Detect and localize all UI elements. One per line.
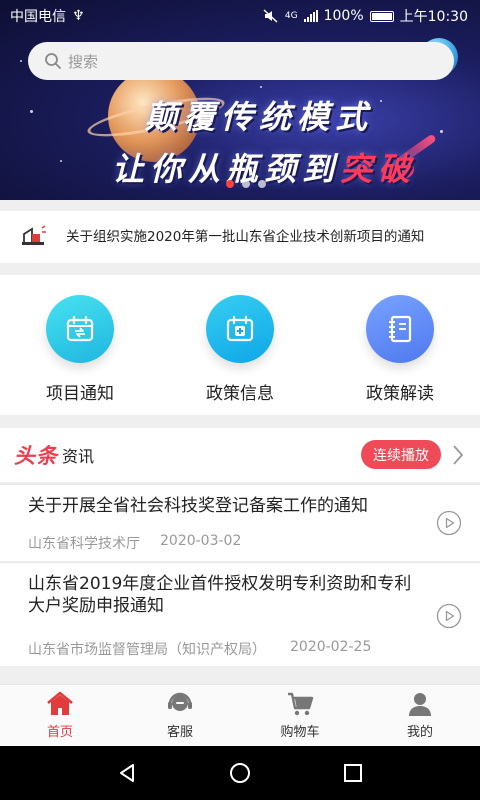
tab-label: 首页 — [46, 725, 73, 740]
policy-reading-circle[interactable] — [366, 295, 434, 363]
quick-entry-grid: 项目通知 政策信息 政策解读 — [0, 275, 480, 415]
app-screen: 颠覆传统模式 让你从瓶颈到突破 中国电信 ♆ 4G 100% 上午10:30 搜… — [0, 0, 480, 800]
banner-dot[interactable] — [226, 180, 234, 188]
news-item[interactable]: 关于开展全省社会科技奖登记备案工作的通知 山东省科学技术厅 2020-03-02 — [0, 484, 480, 561]
calendar-share-icon — [66, 315, 94, 342]
notebook-icon — [389, 315, 412, 343]
clock: 上午10:30 — [399, 9, 468, 25]
news-source: 山东省市场监督管理局（知识产权局） — [28, 642, 266, 658]
quick-entry-label: 项目通知 — [46, 384, 114, 404]
system-nav-bar — [0, 746, 480, 800]
banner-dot[interactable] — [242, 180, 250, 188]
play-audio-icon[interactable] — [436, 603, 462, 629]
calendar-plus-icon — [226, 315, 254, 342]
tab-cart[interactable]: 购物车 — [240, 685, 360, 746]
battery-icon — [369, 10, 394, 22]
news-title[interactable]: 山东省2019年度企业首件授权发明专利资助和专利大户奖励申报通知 — [28, 573, 428, 617]
search-bar[interactable]: 搜索 — [28, 42, 454, 80]
mute-icon — [263, 9, 278, 23]
tab-home[interactable]: 首页 — [0, 685, 120, 746]
headline-subtitle: 资讯 — [62, 447, 95, 466]
signal-icon — [303, 10, 318, 22]
banner-dot[interactable] — [258, 180, 266, 188]
headline-header: 头条 资讯 连续播放 — [0, 428, 480, 482]
tab-customer-service[interactable]: 客服 — [120, 685, 240, 746]
continuous-play-button[interactable]: 连续播放 — [361, 440, 441, 469]
headline-logo: 头条 — [14, 444, 58, 468]
quick-entry-project-notice[interactable]: 项目通知 — [0, 275, 160, 415]
cart-icon — [288, 692, 314, 716]
news-title[interactable]: 关于开展全省社会科技奖登记备案工作的通知 — [28, 495, 428, 517]
megaphone-icon — [22, 225, 46, 245]
status-bar: 中国电信 ♆ 4G 100% 上午10:30 — [0, 0, 480, 32]
quick-entry-label: 政策解读 — [366, 384, 434, 404]
recent-apps-icon[interactable] — [341, 761, 365, 785]
chevron-right-icon[interactable] — [452, 444, 464, 466]
home-icon — [47, 691, 73, 715]
tab-label: 我的 — [406, 725, 433, 740]
back-icon[interactable] — [115, 761, 139, 785]
carrier-label: 中国电信 — [10, 9, 66, 25]
usb-icon: ♆ — [72, 8, 85, 24]
network-type-label: 4G — [284, 11, 298, 21]
project-notice-circle[interactable] — [46, 295, 114, 363]
news-meta: 山东省市场监督管理局（知识产权局） 2020-02-25 — [28, 639, 371, 659]
news-item[interactable]: 山东省2019年度企业首件授权发明专利资助和专利大户奖励申报通知 山东省市场监督… — [0, 562, 480, 666]
policy-info-circle[interactable] — [206, 295, 274, 363]
battery-percent: 100% — [323, 8, 364, 24]
tab-label: 客服 — [166, 725, 193, 740]
bottom-tab-bar: 首页 客服 购物车 我的 — [0, 684, 480, 746]
news-meta: 山东省科学技术厅 2020-03-02 — [28, 533, 241, 553]
quick-entry-policy-reading[interactable]: 政策解读 — [320, 275, 480, 415]
news-date: 2020-03-02 — [160, 533, 242, 549]
search-placeholder: 搜索 — [68, 52, 99, 71]
banner-pagination — [226, 180, 266, 188]
news-date: 2020-02-25 — [290, 639, 372, 655]
quick-entry-policy-info[interactable]: 政策信息 — [160, 275, 320, 415]
play-audio-icon[interactable] — [436, 510, 462, 536]
notice-bar[interactable]: 关于组织实施2020年第一批山东省企业技术创新项目的通知 — [0, 211, 480, 263]
notice-text[interactable]: 关于组织实施2020年第一批山东省企业技术创新项目的通知 — [66, 227, 461, 247]
tab-me[interactable]: 我的 — [360, 685, 480, 746]
user-icon — [409, 693, 431, 716]
home-circle-icon[interactable] — [228, 761, 252, 785]
banner-headline: 颠覆传统模式 — [145, 98, 374, 136]
news-source: 山东省科学技术厅 — [28, 536, 140, 552]
search-icon — [45, 53, 61, 69]
tab-label: 购物车 — [280, 725, 320, 740]
customer-service-icon — [168, 692, 192, 711]
quick-entry-label: 政策信息 — [206, 384, 274, 404]
